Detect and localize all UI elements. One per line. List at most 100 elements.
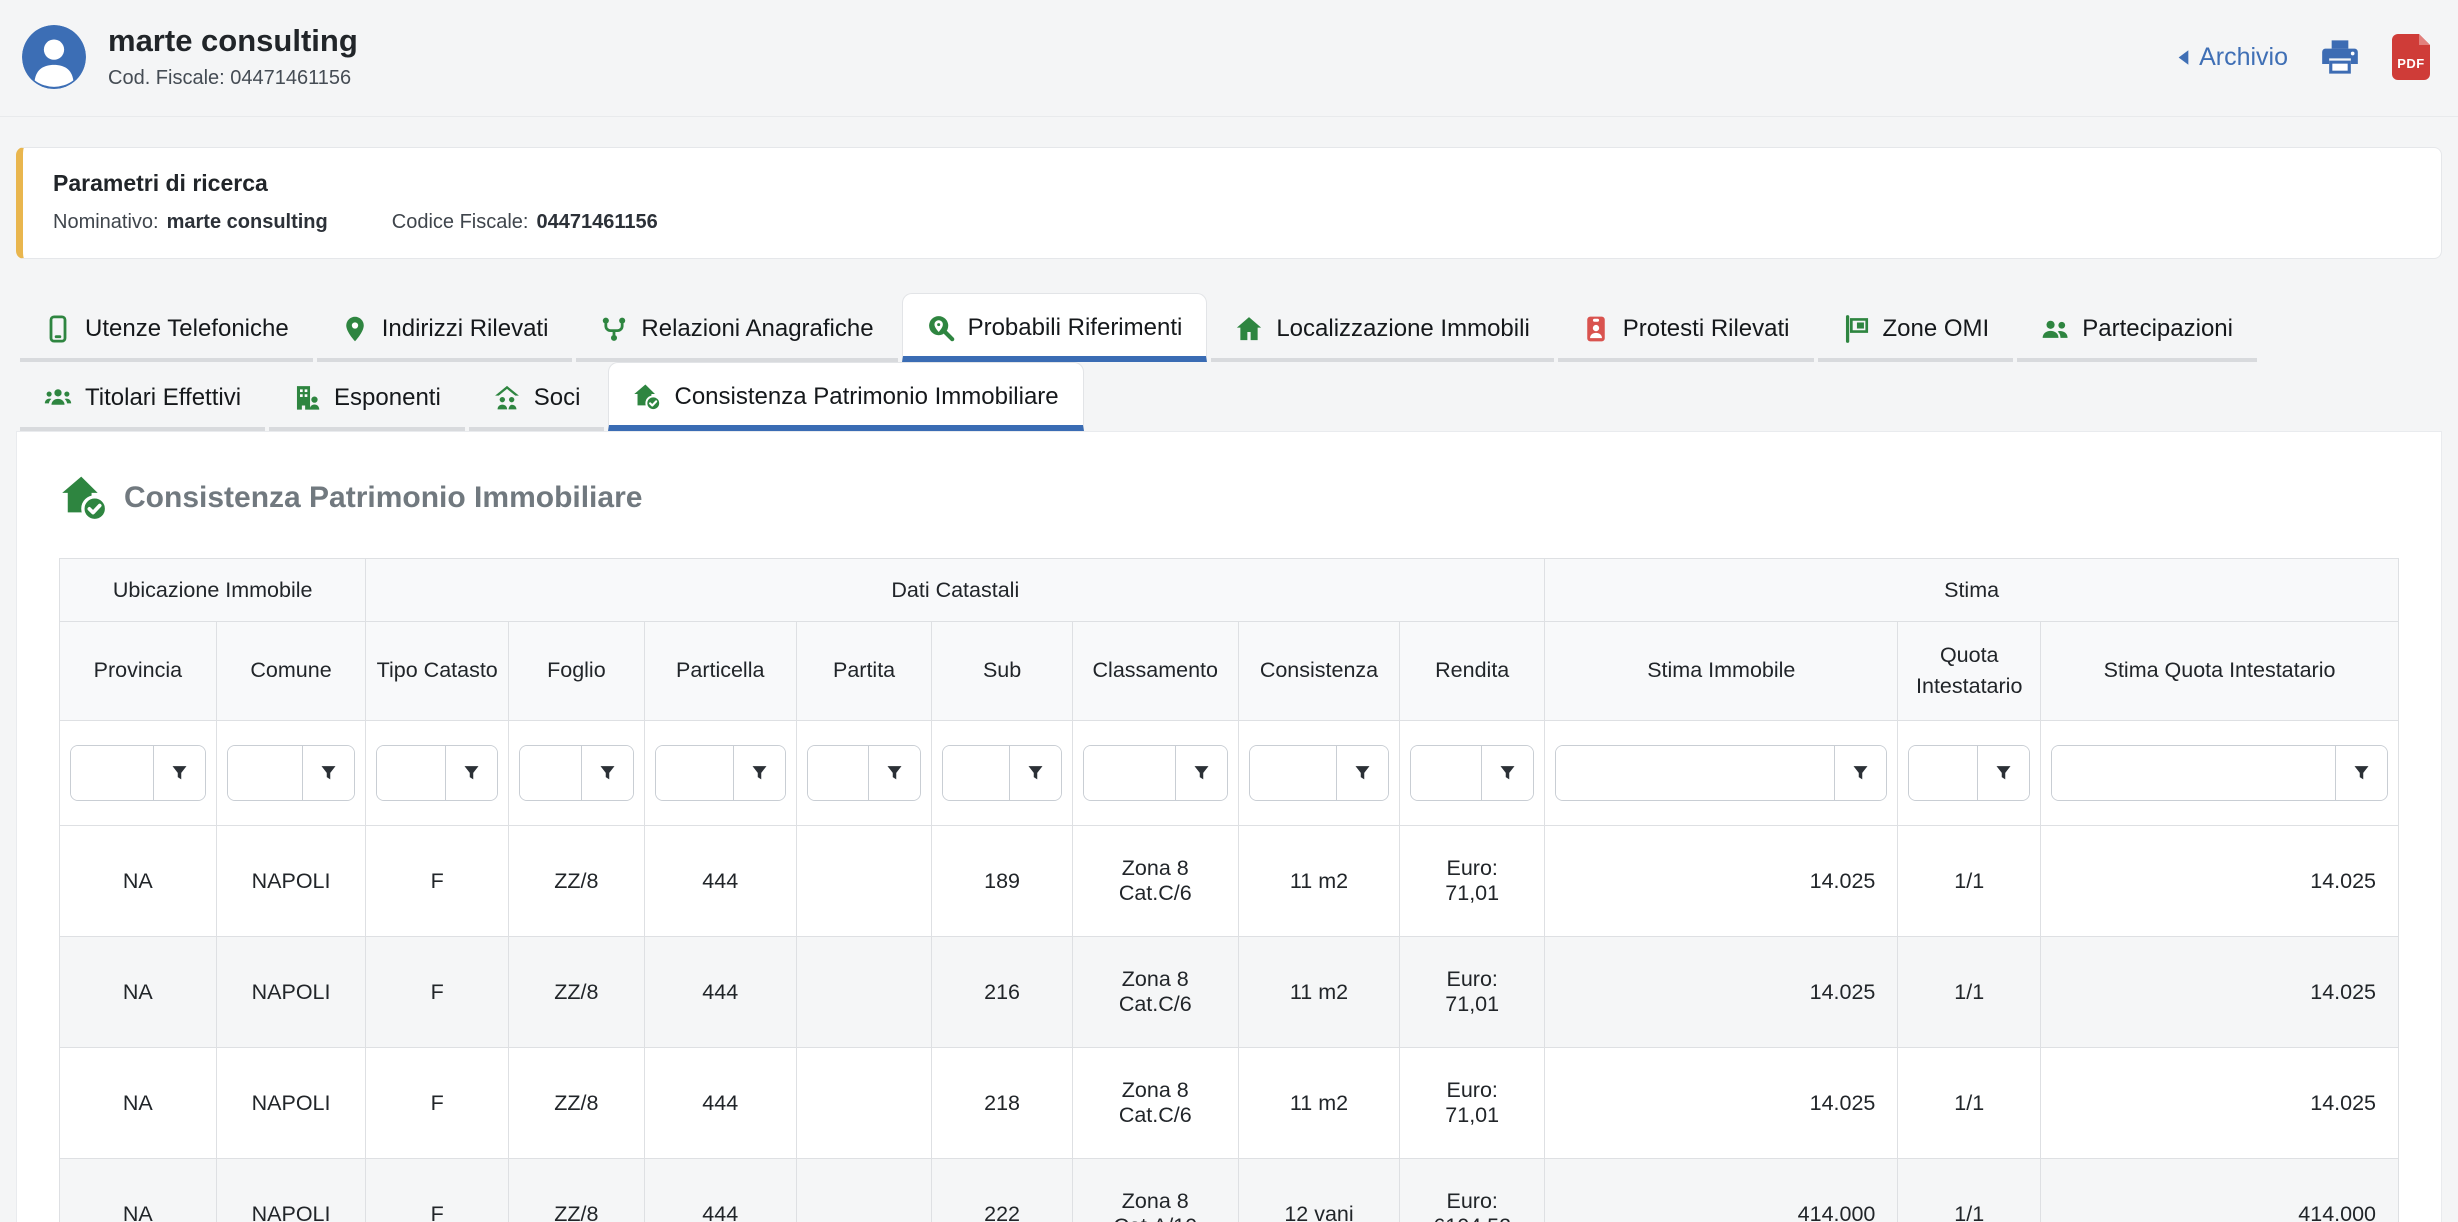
tab-localizzazione-immobili[interactable]: Localizzazione Immobili [1211,295,1553,362]
table-row: NA NAPOLI F ZZ/8 444 218 Zona 8 Cat.C/6 … [60,1048,2399,1159]
house-check-icon [633,383,661,411]
funnel-icon [1850,763,1871,784]
codice-fiscale-value: 04471461156 [536,211,657,234]
cell-quota-intestatario: 1/1 [1898,826,2041,937]
mobile-phone-icon [44,315,72,343]
cell-partita [796,1159,932,1222]
print-button[interactable] [2318,37,2362,77]
filter-input-consistenza[interactable] [1250,746,1336,800]
cell-rendita: Euro: 71,01 [1400,937,1545,1048]
tab-consistenza-patrimonio-immobiliare[interactable]: Consistenza Patrimonio Immobiliare [608,362,1083,431]
page-title: marte consulting [108,24,358,58]
cell-provincia: NA [60,1159,217,1222]
fiscal-code-value: 04471461156 [230,67,351,89]
cell-partita [796,1048,932,1159]
filter-button-provincia[interactable] [153,746,205,800]
tab-esponenti[interactable]: Esponenti [269,364,465,431]
filter-cell-tipo-catasto [366,721,509,826]
table-row: NA NAPOLI F ZZ/8 444 189 Zona 8 Cat.C/6 … [60,826,2399,937]
house-icon [1235,315,1263,343]
tab-soci[interactable]: Soci [469,364,605,431]
cell-rendita: Euro: 6104,52 [1400,1159,1545,1222]
filter-button-rendita[interactable] [1481,746,1533,800]
cell-stima-quota-intestatario: 414.000 [2041,1159,2399,1222]
tab-zone-omi[interactable]: Zone OMI [1818,295,2014,362]
filter-button-sub[interactable] [1009,746,1061,800]
tab-bar: Utenze Telefoniche Indirizzi Rilevati [20,293,2438,431]
table-row: NA NAPOLI F ZZ/8 444 216 Zona 8 Cat.C/6 … [60,937,2399,1048]
column-header-row: Provincia Comune Tipo Catasto Foglio Par… [60,622,2399,721]
col-rendita: Rendita [1400,622,1545,721]
filter-button-comune[interactable] [302,746,354,800]
id-badge-icon [1582,315,1610,343]
filter-input-particella[interactable] [656,746,733,800]
filter-input-classamento[interactable] [1084,746,1175,800]
cell-comune: NAPOLI [216,937,366,1048]
branch-network-icon [600,315,628,343]
cell-tipo-catasto: F [366,1048,509,1159]
filter-button-classamento[interactable] [1175,746,1227,800]
cell-stima-quota-intestatario: 14.025 [2041,826,2399,937]
cell-quota-intestatario: 1/1 [1898,937,2041,1048]
filter-input-tipo-catasto[interactable] [377,746,445,800]
tab-label: Relazioni Anagrafiche [641,315,873,343]
tab-relazioni-anagrafiche[interactable]: Relazioni Anagrafiche [576,295,897,362]
tab-partecipazioni[interactable]: Partecipazioni [2017,295,2257,362]
filter-input-stima-quota-intestatario[interactable] [2052,746,2335,800]
cell-particella: 444 [644,937,796,1048]
filter-button-stima-immobile[interactable] [1834,746,1886,800]
pdf-export-button[interactable]: PDF [2392,34,2430,80]
filter-input-rendita[interactable] [1411,746,1481,800]
cell-foglio: ZZ/8 [509,1048,645,1159]
tab-label: Consistenza Patrimonio Immobiliare [674,383,1058,411]
tab-titolari-effettivi[interactable]: Titolari Effettivi [20,364,265,431]
filter-input-stima-immobile[interactable] [1556,746,1834,800]
tab-label: Utenze Telefoniche [85,315,289,343]
filter-button-consistenza[interactable] [1336,746,1388,800]
section-header: Consistenza Patrimonio Immobiliare [59,474,2399,522]
archive-link[interactable]: Archivio [2177,43,2288,72]
filter-button-quota-intestatario[interactable] [1977,746,2029,800]
filter-cell-provincia [60,721,217,826]
col-particella: Particella [644,622,796,721]
filter-button-partita[interactable] [868,746,920,800]
filter-input-sub[interactable] [943,746,1008,800]
filter-input-quota-intestatario[interactable] [1909,746,1977,800]
cell-sub: 222 [932,1159,1072,1222]
cell-comune: NAPOLI [216,826,366,937]
col-stima-quota-intestatario: Stima Quota Intestatario [2041,622,2399,721]
company-avatar-icon [22,25,86,89]
tab-utenze-telefoniche[interactable]: Utenze Telefoniche [20,295,313,362]
cell-stima-immobile: 14.025 [1545,826,1898,937]
cell-quota-intestatario: 1/1 [1898,1159,2041,1222]
cell-consistenza: 11 m2 [1238,937,1399,1048]
filter-button-foglio[interactable] [581,746,633,800]
cell-sub: 216 [932,937,1072,1048]
filter-button-particella[interactable] [733,746,785,800]
filter-input-provincia[interactable] [71,746,153,800]
cell-rendita: Euro: 71,01 [1400,826,1545,937]
cell-particella: 444 [644,1048,796,1159]
filter-row [60,721,2399,826]
cell-quota-intestatario: 1/1 [1898,1048,2041,1159]
filter-input-foglio[interactable] [520,746,581,800]
cell-provincia: NA [60,826,217,937]
cell-classamento: Zona 8 Cat.C/6 [1072,826,1238,937]
tab-indirizzi-rilevati[interactable]: Indirizzi Rilevati [317,295,573,362]
filter-button-stima-quota-intestatario[interactable] [2335,746,2387,800]
cell-tipo-catasto: F [366,826,509,937]
filter-input-partita[interactable] [808,746,869,800]
col-foglio: Foglio [509,622,645,721]
col-partita: Partita [796,622,932,721]
cell-foglio: ZZ/8 [509,826,645,937]
col-sub: Sub [932,622,1072,721]
tab-label: Partecipazioni [2082,315,2233,343]
col-classamento: Classamento [1072,622,1238,721]
tab-probabili-riferimenti[interactable]: Probabili Riferimenti [902,293,1208,362]
filter-button-tipo-catasto[interactable] [445,746,497,800]
filter-input-comune[interactable] [228,746,303,800]
fiscal-code-label: Cod. Fiscale: [108,67,225,89]
pdf-label: PDF [2392,56,2430,71]
tab-protesti-rilevati[interactable]: Protesti Rilevati [1558,295,1814,362]
filter-cell-stima-quota-intestatario [2041,721,2399,826]
